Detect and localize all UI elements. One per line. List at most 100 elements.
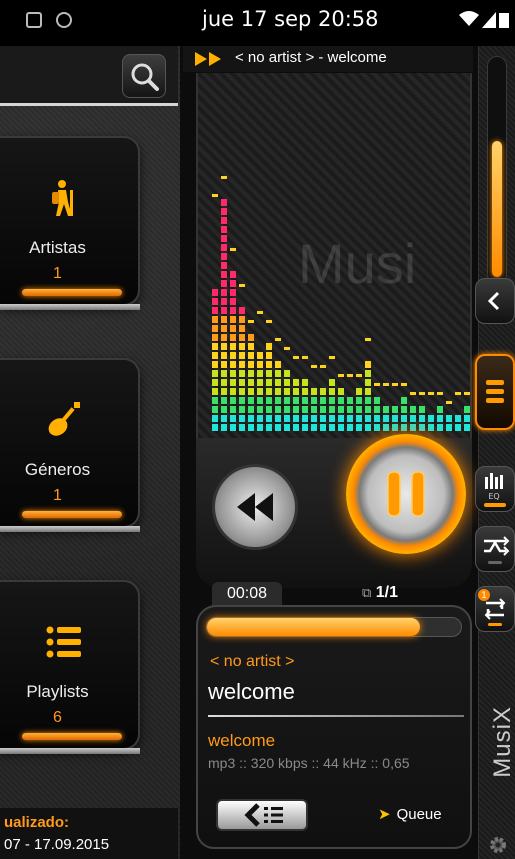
collapse-button[interactable] [475, 278, 515, 324]
spectrum-cell [338, 397, 344, 404]
equalizer-button[interactable]: EQ [475, 466, 515, 512]
spectrum-cell [266, 361, 272, 368]
spectrum-cell [221, 244, 227, 251]
spectrum-cell [221, 370, 227, 377]
spectrum-cell [275, 370, 281, 377]
spectrum-cell [311, 424, 317, 431]
copy-icon: ⧉ [362, 585, 372, 600]
spectrum-cell [329, 397, 335, 404]
spectrum-peak [275, 338, 281, 341]
seek-bar[interactable] [206, 617, 462, 637]
category-artists[interactable]: Artistas 1 [0, 136, 140, 310]
spectrum-cell [248, 415, 254, 422]
spectrum-cell [221, 415, 227, 422]
spectrum-visualizer[interactable]: Musi [196, 73, 472, 438]
spectrum-cell [311, 388, 317, 395]
library-header [0, 46, 178, 106]
spectrum-cell [230, 397, 236, 404]
circle-icon [56, 12, 72, 28]
track-format-info: mp3 :: 320 kbps :: 44 kHz :: 0,65 [208, 755, 410, 771]
spectrum-cell [257, 388, 263, 395]
spectrum-cell [401, 424, 407, 431]
chevron-left-icon [487, 291, 500, 311]
queue-position: 1/1 [375, 584, 398, 601]
wifi-icon [459, 11, 479, 26]
spectrum-cell [221, 424, 227, 431]
spectrum-cell [320, 397, 326, 404]
spectrum-cell [212, 343, 218, 350]
spectrum-cell [365, 397, 371, 404]
spectrum-cell [239, 325, 245, 332]
spectrum-cell [257, 352, 263, 359]
queue-button[interactable]: ➤ Queue [378, 805, 442, 823]
spectrum-cell [230, 307, 236, 314]
spectrum-cell [365, 379, 371, 386]
spectrum-peak [464, 392, 470, 395]
spectrum-cell [230, 415, 236, 422]
category-label: Artistas [29, 238, 86, 257]
spectrum-peak [356, 374, 362, 377]
repeat-icon: 1 [478, 589, 506, 626]
spectrum-cell [338, 406, 344, 413]
repeat-button[interactable]: 1 [475, 586, 515, 632]
track-info-panel: < no artist > welcome welcome mp3 :: 320… [196, 605, 472, 849]
spectrum-cell [230, 424, 236, 431]
pause-icon [387, 471, 425, 517]
category-genres[interactable]: Géneros 1 [0, 358, 140, 532]
spectrum-cell [365, 424, 371, 431]
spectrum-cell [221, 406, 227, 413]
spectrum-peak [302, 356, 308, 359]
pause-button[interactable] [346, 434, 466, 554]
spectrum-cell [356, 397, 362, 404]
rewind-button[interactable] [212, 464, 298, 550]
spectrum-cell [410, 406, 416, 413]
spectrum-cell [347, 397, 353, 404]
spectrum-bars [212, 176, 470, 431]
spectrum-cell [221, 280, 227, 287]
spectrum-cell [266, 406, 272, 413]
spectrum-cell [302, 424, 308, 431]
category-label: Géneros [24, 460, 91, 479]
spectrum-cell [302, 388, 308, 395]
settings-gear-icon[interactable] [487, 834, 509, 856]
spectrum-cell [329, 406, 335, 413]
spectrum-cell [383, 415, 389, 422]
spectrum-cell [230, 388, 236, 395]
track-title: welcome [208, 679, 295, 704]
spectrum-cell [401, 397, 407, 404]
spectrum-peak [437, 392, 443, 395]
spectrum-cell [221, 226, 227, 233]
spectrum-cell [428, 424, 434, 431]
spectrum-cell [230, 316, 236, 323]
spectrum-cell [284, 415, 290, 422]
spectrum-cell [221, 388, 227, 395]
spectrum-peak [365, 338, 371, 341]
spectrum-cell [302, 379, 308, 386]
spectrum-cell [212, 298, 218, 305]
spectrum-peak [284, 347, 290, 350]
shuffle-button[interactable] [475, 526, 515, 572]
spectrum-cell [446, 415, 452, 422]
back-to-list-button[interactable] [216, 799, 308, 831]
spectrum-cell [230, 298, 236, 305]
spectrum-cell [248, 406, 254, 413]
seek-bar-fill [207, 618, 421, 636]
category-label: Playlists [26, 682, 89, 701]
search-button[interactable] [122, 54, 166, 98]
side-control-strip: EQ 1 MusiX [475, 46, 515, 859]
spectrum-cell [266, 352, 272, 359]
menu-button[interactable] [475, 354, 515, 430]
spectrum-cell [248, 388, 254, 395]
spectrum-cell [401, 415, 407, 422]
spectrum-cell [275, 424, 281, 431]
spectrum-cell [221, 334, 227, 341]
spectrum-cell [248, 379, 254, 386]
volume-slider[interactable] [487, 56, 507, 284]
library-panel: Artistas 1 Géneros 1 Playlists 6 ualizad… [0, 46, 180, 859]
spectrum-peak [311, 365, 317, 368]
category-playlists[interactable]: Playlists 6 [0, 580, 140, 754]
spectrum-cell [212, 406, 218, 413]
spectrum-cell [212, 289, 218, 296]
spectrum-cell [239, 379, 245, 386]
track-artist: < no artist > [210, 653, 295, 670]
